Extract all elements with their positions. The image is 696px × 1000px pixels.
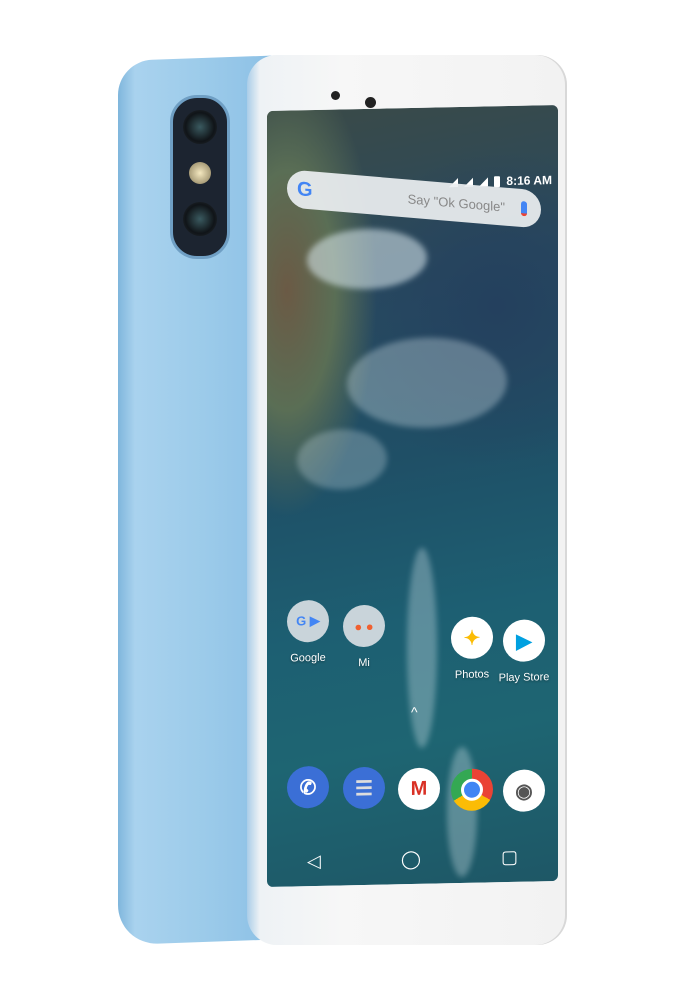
rear-camera-module: [170, 95, 230, 259]
front-camera: [365, 97, 376, 108]
app-label: Play Store: [498, 671, 550, 685]
home-button[interactable]: ◯: [401, 849, 421, 870]
app-label: Photos: [454, 668, 490, 682]
back-button[interactable]: ◁: [307, 851, 321, 872]
mi-folder-icon: ● ●: [343, 604, 385, 648]
flash: [189, 162, 211, 184]
camera-icon: ◉: [503, 769, 545, 813]
camera-lens: [183, 202, 217, 236]
google-folder-icon: G ▶: [287, 599, 329, 643]
app-label: Google: [290, 651, 326, 665]
play-store-icon: ▶: [503, 619, 545, 663]
mic-icon[interactable]: [521, 200, 527, 216]
google-logo-icon: G: [297, 177, 313, 201]
photos-icon: ✦: [451, 616, 493, 660]
messages-icon: ☰: [343, 766, 385, 810]
app-mi-folder[interactable]: ● ● Mi: [329, 604, 399, 669]
app-label: Mi: [358, 656, 370, 670]
phone-icon: ✆: [287, 765, 329, 809]
battery-icon: [494, 175, 501, 187]
chrome-icon: [451, 768, 493, 812]
gmail-icon: M: [398, 767, 440, 811]
app-drawer-chevron-icon[interactable]: ^: [411, 704, 418, 720]
home-screen: 8:16 AM G Say "Ok Google" G ▶ Google ● ●…: [267, 104, 558, 888]
search-placeholder: Say "Ok Google": [407, 190, 505, 215]
sensor: [331, 91, 340, 100]
dock-camera[interactable]: ◉: [489, 769, 558, 813]
app-play-store[interactable]: ▶ Play Store: [489, 619, 558, 684]
camera-lens: [183, 110, 217, 144]
navigation-bar: ◁ ◯ ▢: [267, 846, 558, 873]
recents-button[interactable]: ▢: [501, 847, 518, 868]
clock: 8:16 AM: [506, 173, 552, 189]
